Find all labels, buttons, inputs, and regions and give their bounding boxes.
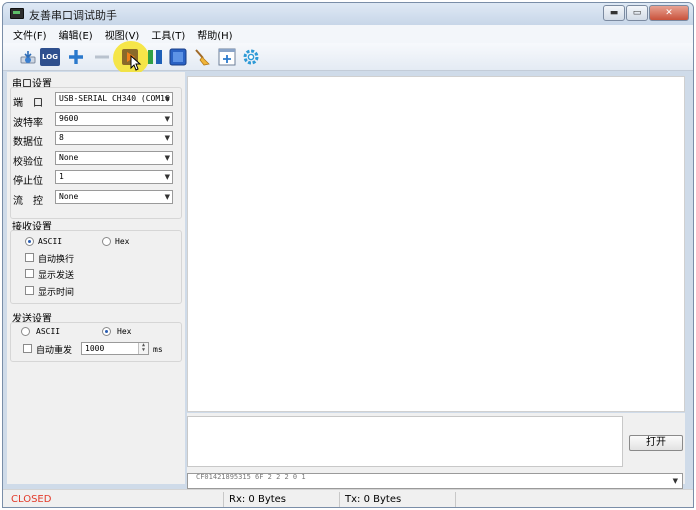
maximize-button[interactable]: ▭ — [626, 5, 648, 21]
status-bar: CLOSED Rx: 0 Bytes Tx: 0 Bytes — [3, 489, 693, 507]
parity-select[interactable]: None ▼ — [55, 151, 173, 165]
download-icon[interactable] — [19, 48, 37, 66]
remove-icon[interactable] — [93, 48, 111, 66]
port-value: USB-SERIAL CH340 (COM16 — [59, 94, 170, 103]
parity-label: 校验位 — [13, 157, 43, 168]
resend-interval-input[interactable]: 1000 ▲ ▼ — [81, 342, 149, 355]
auto-resend-checkbox[interactable] — [23, 344, 32, 353]
flow-select[interactable]: None ▼ — [55, 190, 173, 204]
status-divider — [455, 492, 456, 507]
port-select[interactable]: USB-SERIAL CH340 (COM16 ▼ — [55, 92, 173, 106]
receive-hex-radio[interactable] — [102, 237, 111, 246]
port-label: 端 口 — [13, 98, 43, 109]
chevron-down-icon: ▼ — [164, 95, 170, 103]
receive-hex-label: Hex — [115, 237, 130, 246]
data-bits-value: 8 — [59, 133, 64, 142]
send-history-select[interactable]: CF01421895315 6F 2 2 2 0 1 ▼ — [187, 473, 683, 489]
auto-newline-checkbox[interactable] — [25, 253, 34, 262]
menu-view[interactable]: 视图(V) — [105, 27, 140, 42]
stop-icon[interactable] — [169, 48, 187, 66]
menu-help[interactable]: 帮助(H) — [197, 27, 232, 42]
spin-arrows-icon[interactable]: ▲ ▼ — [138, 343, 148, 354]
status-divider — [339, 492, 340, 507]
broom-icon[interactable] — [193, 48, 211, 66]
menu-file[interactable]: 文件(F) — [13, 27, 47, 42]
receive-ascii-label: ASCII — [38, 237, 63, 246]
show-time-label: 显示时间 — [38, 288, 75, 298]
tx-counter: Tx: 0 Bytes — [345, 494, 402, 505]
resend-interval-value: 1000 — [85, 344, 105, 353]
interval-unit-label: ms — [153, 345, 163, 354]
send-hex-label: Hex — [117, 327, 132, 336]
show-send-label: 显示发送 — [38, 271, 75, 281]
add-window-icon[interactable] — [218, 48, 236, 66]
menu-bar: 文件(F) 编辑(E) 视图(V) 工具(T) 帮助(H) — [3, 25, 693, 43]
send-ascii-label: ASCII — [36, 327, 61, 336]
pause-icon[interactable] — [146, 48, 164, 66]
send-hex-radio[interactable] — [102, 327, 111, 336]
settings-panel: 串口设置 端 口 USB-SERIAL CH340 (COM16 ▼ 波特率 96… — [7, 72, 185, 484]
open-button[interactable]: 打开 — [629, 435, 683, 451]
chevron-down-icon: ▼ — [164, 134, 170, 142]
menu-edit[interactable]: 编辑(E) — [59, 27, 93, 42]
send-history-value: CF01421895315 6F 2 2 2 0 1 — [196, 473, 306, 481]
receive-ascii-radio[interactable] — [25, 237, 34, 246]
toolbar: LOG — [3, 41, 693, 75]
menu-tools[interactable]: 工具(T) — [151, 27, 185, 42]
show-time-checkbox[interactable] — [25, 286, 34, 295]
chevron-down-icon: ▼ — [672, 477, 678, 485]
receive-settings-group — [10, 230, 182, 304]
chevron-down-icon: ▼ — [164, 115, 170, 123]
data-bits-select[interactable]: 8 ▼ — [55, 131, 173, 145]
baud-select[interactable]: 9600 ▼ — [55, 112, 173, 126]
gear-icon[interactable] — [242, 48, 260, 66]
baud-value: 9600 — [59, 114, 79, 123]
add-icon[interactable] — [67, 48, 85, 66]
auto-resend-label: 自动重发 — [36, 346, 73, 356]
chevron-down-icon: ▼ — [164, 173, 170, 181]
stop-bits-value: 1 — [59, 172, 64, 181]
close-button[interactable]: ✕ — [649, 5, 689, 21]
flow-value: None — [59, 192, 79, 201]
stop-bits-label: 停止位 — [13, 176, 43, 187]
minimize-button[interactable]: ▬ — [603, 5, 625, 21]
baud-label: 波特率 — [13, 118, 43, 129]
stop-bits-select[interactable]: 1 ▼ — [55, 170, 173, 184]
log-icon[interactable]: LOG — [40, 48, 60, 66]
status-divider — [223, 492, 224, 507]
app-icon — [10, 8, 24, 19]
chevron-down-icon: ▼ — [164, 193, 170, 201]
send-input[interactable] — [187, 416, 623, 467]
app-window: 友善串口调试助手 ▬ ▭ ✕ 文件(F) 编辑(E) 视图(V) 工具(T) 帮… — [2, 2, 694, 508]
flow-label: 流 控 — [13, 196, 43, 207]
data-bits-label: 数据位 — [13, 137, 43, 148]
rx-counter: Rx: 0 Bytes — [229, 494, 287, 505]
window-title: 友善串口调试助手 — [29, 9, 117, 22]
show-send-checkbox[interactable] — [25, 269, 34, 278]
auto-newline-label: 自动换行 — [38, 255, 75, 265]
chevron-down-icon: ▼ — [164, 154, 170, 162]
port-status: CLOSED — [11, 494, 52, 505]
mouse-cursor-icon — [130, 55, 142, 71]
parity-value: None — [59, 153, 79, 162]
send-ascii-radio[interactable] — [21, 327, 30, 336]
title-bar[interactable]: 友善串口调试助手 ▬ ▭ ✕ — [3, 3, 693, 25]
receive-area[interactable] — [187, 76, 685, 412]
